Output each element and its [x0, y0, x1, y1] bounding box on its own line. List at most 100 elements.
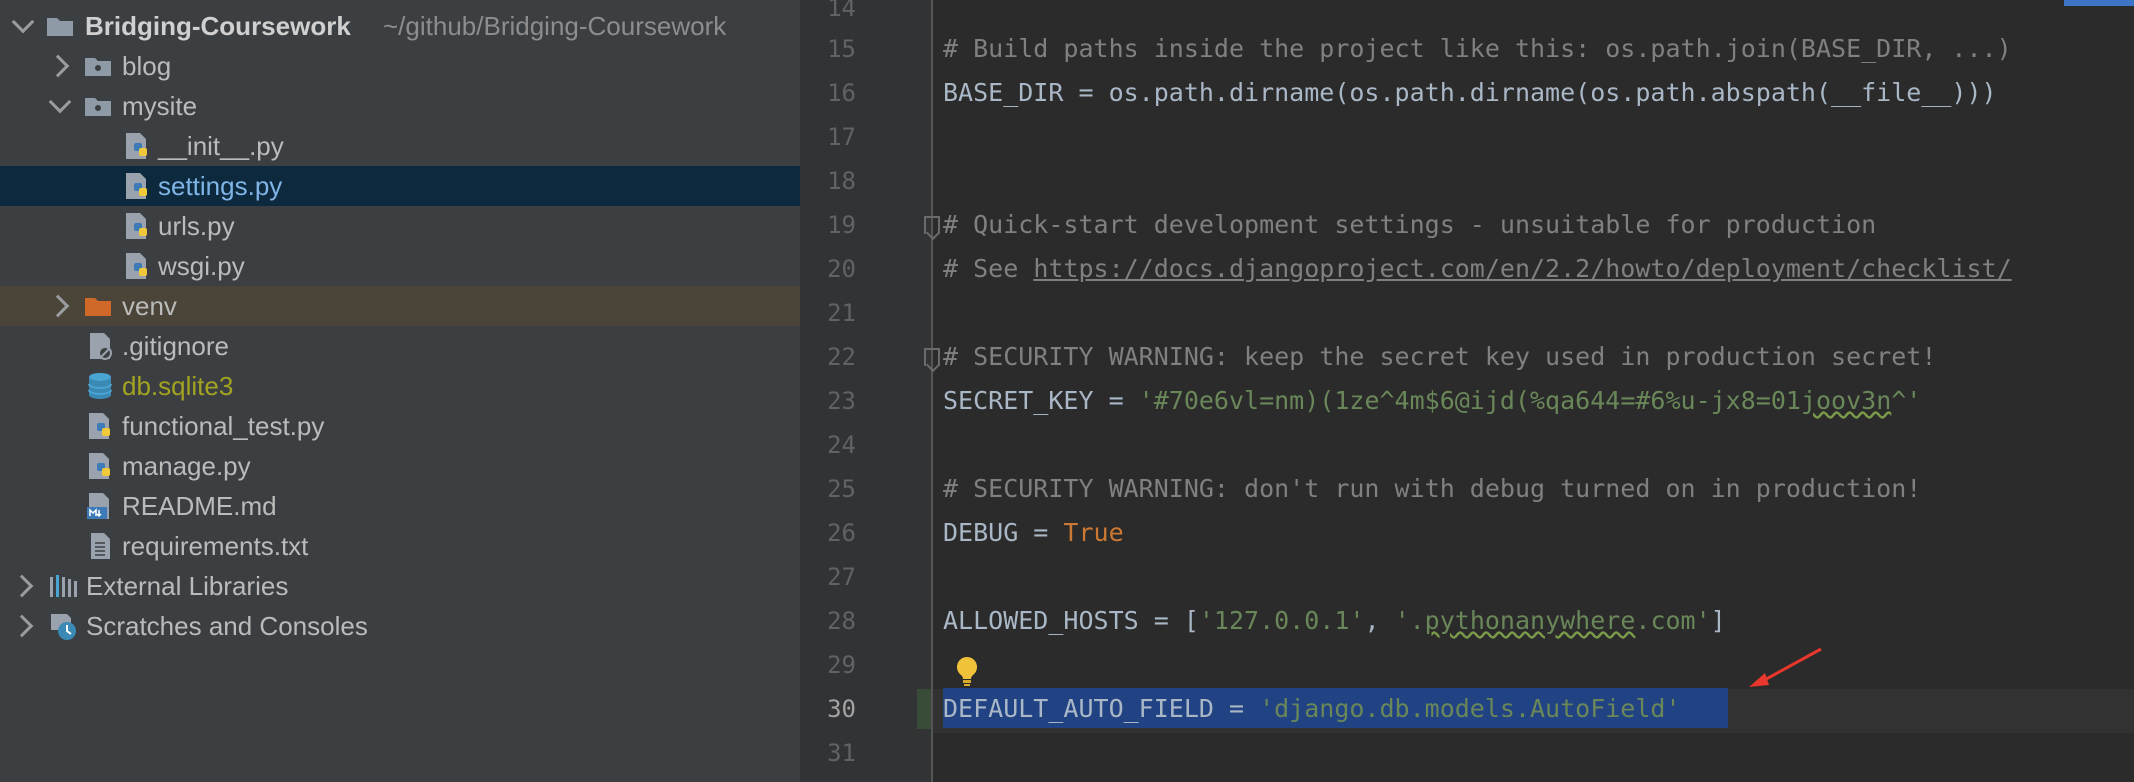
code-line-28[interactable]: ALLOWED_HOSTS = ['127.0.0.1', '.pythonan…	[943, 599, 1726, 643]
fold-marker-icon[interactable]	[924, 348, 940, 366]
chevron-down-icon[interactable]	[11, 10, 35, 34]
python-file-icon	[89, 413, 110, 439]
tree-item-wsgi-py[interactable]: wsgi.py	[0, 246, 800, 286]
chevron-right-icon[interactable]	[10, 574, 34, 598]
variable-name: DEFAULT_AUTO_FIELD =	[943, 694, 1260, 723]
tree-item-settings-py[interactable]: settings.py	[0, 166, 800, 206]
tree-item-root[interactable]: Bridging-Coursework ~/github/Bridging-Co…	[0, 6, 800, 46]
tree-item-label: urls.py	[158, 211, 235, 241]
variable-name: SECRET_KEY =	[943, 386, 1139, 415]
comment: # See	[943, 254, 1034, 283]
line-number: 29	[827, 651, 856, 679]
fold-marker-icon[interactable]	[924, 216, 940, 234]
string-literal: .com'	[1635, 606, 1711, 635]
tree-item-label: manage.py	[122, 451, 251, 481]
code-line-26[interactable]: DEBUG = True	[943, 511, 1124, 555]
code-text: BASE_DIR = os.path.dirname(os.path.dirna…	[943, 78, 1997, 107]
separator: ,	[1364, 606, 1395, 635]
string-literal: '.	[1394, 606, 1425, 635]
line-number: 15	[827, 35, 856, 63]
typo-underline: joov3n	[1800, 386, 1892, 415]
python-file-icon	[126, 253, 147, 279]
line-number: 20	[827, 255, 856, 283]
tree-item-urls-py[interactable]: urls.py	[0, 206, 800, 246]
python-file-icon	[126, 133, 147, 159]
libraries-icon	[50, 575, 77, 597]
tree-item-readme-md[interactable]: README.md	[0, 486, 800, 526]
text-file-icon	[91, 533, 110, 559]
code-line-30[interactable]: DEFAULT_AUTO_FIELD = 'django.db.models.A…	[943, 687, 1681, 731]
tree-item-label: Scratches and Consoles	[86, 611, 368, 641]
code-line-23[interactable]: SECRET_KEY = '#70e6vl=nm)(1ze^4m$6@ijd(%…	[943, 379, 1921, 423]
line-number: 27	[827, 563, 856, 591]
line-number: 31	[827, 739, 856, 767]
lightbulb-icon[interactable]	[952, 655, 982, 689]
markdown-file-icon	[87, 493, 109, 519]
docs-link[interactable]: https://docs.djangoproject.com/en/2.2/ho…	[1033, 254, 2011, 283]
tree-item-label: .gitignore	[122, 331, 229, 361]
tree-item-label: db.sqlite3	[122, 371, 234, 401]
chevron-down-icon[interactable]	[48, 90, 72, 114]
modified-line-marker	[917, 689, 931, 729]
comment: # Build paths inside the project like th…	[943, 34, 2012, 63]
database-icon	[88, 373, 112, 399]
python-file-icon	[89, 453, 110, 479]
code-editor[interactable]: 14 15 16 17 18 19 20 21 22 23 24 25 26 2…	[800, 0, 2134, 782]
line-number: 18	[827, 167, 856, 195]
line-number: 17	[827, 123, 856, 151]
tree-item-scratches-and-consoles[interactable]: Scratches and Consoles	[0, 606, 800, 646]
comment: # Quick-start development settings - uns…	[943, 210, 1877, 239]
line-number: 16	[827, 79, 856, 107]
scratches-icon	[51, 614, 76, 640]
line-number: 23	[827, 387, 856, 415]
line-number: 26	[827, 519, 856, 547]
tree-item-db-sqlite3[interactable]: db.sqlite3	[0, 366, 800, 406]
tree-item-mysite[interactable]: mysite	[0, 86, 800, 126]
tree-item-external-libraries[interactable]: External Libraries	[0, 566, 800, 606]
line-number: 28	[827, 607, 856, 635]
chevron-right-icon[interactable]	[46, 54, 70, 78]
string-literal: ^'	[1891, 386, 1922, 415]
code-line-15[interactable]: # Build paths inside the project like th…	[943, 27, 2012, 71]
string-literal: '#70e6vl=nm)(1ze^4m$6@ijd(%qa644=#6%u-jx…	[1138, 386, 1801, 415]
variable-name: DEBUG =	[943, 518, 1064, 547]
tree-item-label: wsgi.py	[158, 251, 245, 281]
package-folder-icon	[85, 98, 111, 116]
ignored-file-icon	[90, 333, 112, 360]
variable-name: ALLOWED_HOSTS = [	[943, 606, 1199, 635]
excluded-folder-icon	[85, 298, 111, 316]
tree-item-functional-test-py[interactable]: functional_test.py	[0, 406, 800, 446]
tree-item-label: README.md	[122, 491, 277, 521]
code-line-16[interactable]: BASE_DIR = os.path.dirname(os.path.dirna…	[943, 71, 1997, 115]
tree-item-manage-py[interactable]: manage.py	[0, 446, 800, 486]
code-line-19[interactable]: # Quick-start development settings - uns…	[943, 203, 1876, 247]
root-folder-path: ~/github/Bridging-Coursework	[383, 11, 727, 41]
keyword: True	[1063, 518, 1124, 547]
code-line-22[interactable]: # SECURITY WARNING: keep the secret key …	[943, 335, 1936, 379]
tree-item-blog[interactable]: blog	[0, 46, 800, 86]
code-line-20[interactable]: # See https://docs.djangoproject.com/en/…	[943, 247, 2012, 291]
comment: # SECURITY WARNING: don't run with debug…	[943, 474, 1922, 503]
python-file-icon	[126, 213, 147, 239]
tree-item-requirements-txt[interactable]: requirements.txt	[0, 526, 800, 566]
tree-item-label: mysite	[122, 91, 198, 121]
line-number: 24	[827, 431, 856, 459]
line-number: 21	[827, 299, 856, 327]
string-literal: '127.0.0.1'	[1198, 606, 1365, 635]
python-file-icon	[126, 173, 147, 199]
comment: # SECURITY WARNING: keep the secret key …	[943, 342, 1937, 371]
tree-item-venv[interactable]: venv	[0, 286, 800, 326]
tree-item-label: settings.py	[158, 171, 283, 201]
tree-item-init-py[interactable]: __init__.py	[0, 126, 800, 166]
line-number: 25	[827, 475, 856, 503]
folder-icon	[47, 18, 73, 36]
chevron-right-icon[interactable]	[46, 294, 70, 318]
package-folder-icon	[85, 58, 111, 76]
chevron-right-icon[interactable]	[10, 614, 34, 638]
gutter-divider	[931, 0, 933, 782]
tree-item-label: venv	[122, 291, 177, 321]
tree-item-label: External Libraries	[86, 571, 289, 601]
code-line-25[interactable]: # SECURITY WARNING: don't run with debug…	[943, 467, 1921, 511]
tree-item-gitignore[interactable]: .gitignore	[0, 326, 800, 366]
scroll-indicator	[2064, 0, 2134, 6]
